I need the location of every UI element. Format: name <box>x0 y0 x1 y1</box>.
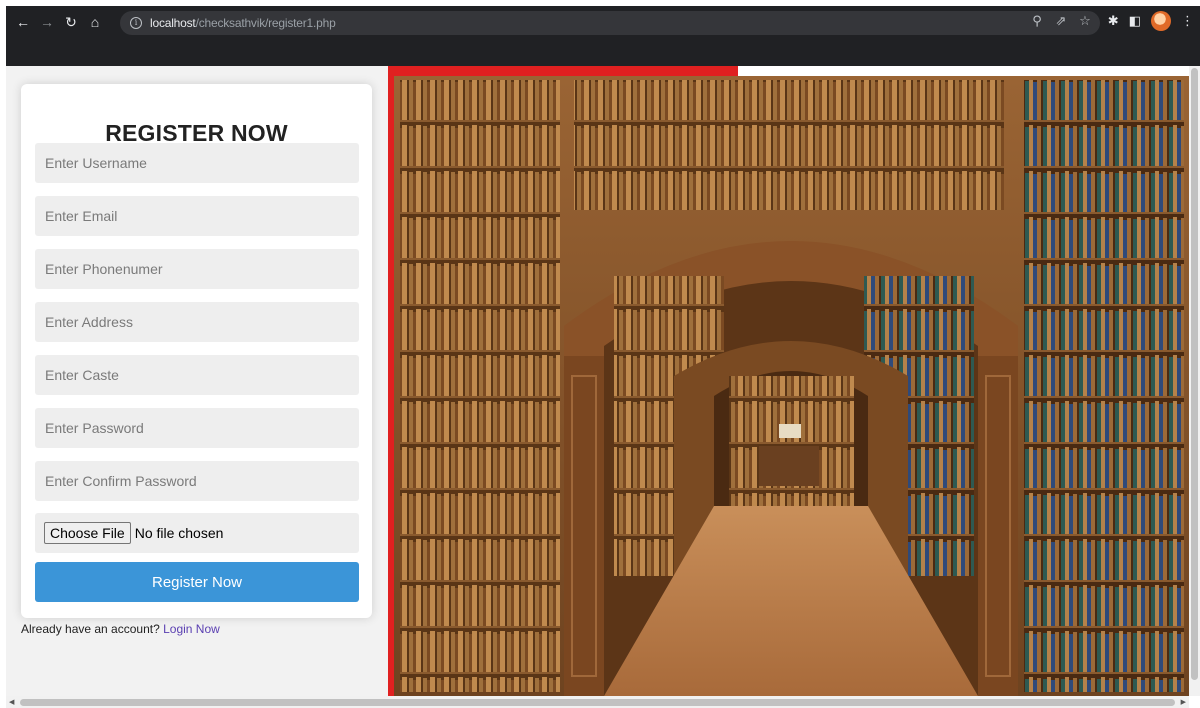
username-field[interactable] <box>35 143 359 183</box>
side-panel-icon[interactable]: ◧ <box>1129 13 1141 29</box>
address-field[interactable] <box>35 302 359 342</box>
file-upload: Choose File No file chosen <box>35 513 359 553</box>
register-card: REGISTER NOW Choose File No file chosen … <box>21 84 372 618</box>
login-prompt-line: Already have an account? Login Now <box>21 622 220 636</box>
choose-file-button[interactable]: Choose File <box>44 522 131 544</box>
reload-icon[interactable]: ↻ <box>60 11 82 33</box>
login-link[interactable]: Login Now <box>163 622 220 636</box>
zoom-icon[interactable]: ⚲ <box>1030 13 1044 29</box>
form-panel: REGISTER NOW Choose File No file chosen … <box>6 66 388 696</box>
address-bar[interactable]: i localhost/checksathvik/register1.php ⚲… <box>120 11 1100 35</box>
hero-image-panel <box>388 66 1189 696</box>
library-image <box>394 76 1189 696</box>
star-icon[interactable]: ☆ <box>1078 13 1092 29</box>
browser-toolbar: ← → ↻ ⌂ i localhost/checksathvik/registe… <box>6 6 1200 38</box>
home-icon[interactable]: ⌂ <box>84 11 106 33</box>
horizontal-scrollbar[interactable]: ◀ ▶ <box>6 696 1189 708</box>
phone-field[interactable] <box>35 249 359 289</box>
url-path: /checksathvik/register1.php <box>195 16 336 30</box>
file-status: No file chosen <box>134 525 224 541</box>
share-icon[interactable]: ⇗ <box>1054 13 1068 29</box>
url-host: localhost <box>150 16 196 30</box>
browser-chrome: ← → ↻ ⌂ i localhost/checksathvik/registe… <box>6 6 1200 66</box>
register-button[interactable]: Register Now <box>35 562 359 602</box>
puzzle-icon[interactable]: ✱ <box>1108 13 1119 29</box>
forward-arrow-icon[interactable]: → <box>36 11 58 33</box>
login-prompt: Already have an account? <box>21 622 160 636</box>
scroll-right-icon[interactable]: ▶ <box>1181 698 1186 706</box>
horizontal-scroll-thumb[interactable] <box>20 699 1175 706</box>
back-arrow-icon[interactable]: ← <box>12 11 34 33</box>
url-text[interactable]: localhost/checksathvik/register1.php <box>150 16 336 30</box>
scroll-left-icon[interactable]: ◀ <box>9 698 14 706</box>
kebab-menu-icon[interactable]: ⋮ <box>1181 13 1194 29</box>
avatar[interactable] <box>1151 11 1171 31</box>
password-field[interactable] <box>35 408 359 448</box>
vertical-scrollbar[interactable] <box>1189 66 1200 696</box>
email-field[interactable] <box>35 196 359 236</box>
confirm-password-field[interactable] <box>35 461 359 501</box>
info-icon[interactable]: i <box>130 17 142 29</box>
vertical-scroll-thumb[interactable] <box>1191 68 1198 680</box>
caste-field[interactable] <box>35 355 359 395</box>
